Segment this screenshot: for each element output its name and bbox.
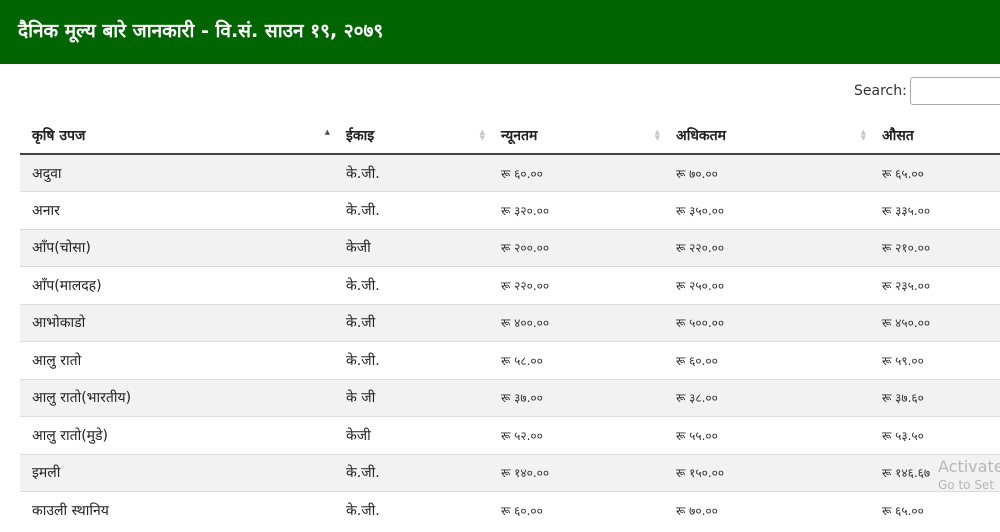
cell-avg: रू ६५.०० bbox=[870, 491, 1000, 529]
cell-min: रू ३७.०० bbox=[489, 378, 664, 417]
cell-unit: के.जी. bbox=[334, 153, 489, 192]
sort-icon: ▲▼ bbox=[479, 128, 485, 142]
cell-avg: रू ५३.५० bbox=[870, 416, 1000, 454]
column-header-label: अधिकतम bbox=[676, 127, 727, 144]
table-row: आभोकाडो के.जी रू ४००.०० रू ५००.०० रू ४५०.०० bbox=[20, 303, 1000, 342]
cell-min: रू ४००.०० bbox=[489, 303, 664, 342]
cell-product: आलु रातो(भारतीय) bbox=[20, 378, 334, 417]
table-row: अनार के.जी. रू ३२०.०० रू ३५०.०० रू ३३५.०० bbox=[20, 191, 1000, 229]
cell-unit: के.जी. bbox=[334, 266, 489, 304]
cell-unit: के.जी. bbox=[334, 341, 489, 379]
cell-product: आलु रातो bbox=[20, 341, 334, 379]
column-header-max[interactable]: अधिकतम ▲ ▼ bbox=[664, 117, 870, 155]
cell-product: अनार bbox=[20, 191, 334, 229]
cell-avg: रू २१०.०० bbox=[870, 228, 1000, 267]
column-header-product[interactable]: कृषि उपज ▲▼ bbox=[20, 117, 334, 155]
column-header-label: ईकाइ bbox=[346, 127, 375, 144]
cell-max: रू ३५०.०० bbox=[664, 191, 870, 229]
cell-unit: के जी bbox=[334, 378, 489, 417]
cell-unit: के.जी. bbox=[334, 191, 489, 229]
cell-avg: रू २३५.०० bbox=[870, 266, 1000, 304]
cell-max: रू ५००.०० bbox=[664, 303, 870, 342]
cell-unit: केजी bbox=[334, 228, 489, 267]
table-row: काउली स्थानिय के.जी. रू ६०.०० रू ७०.०० रू ६५… bbox=[20, 491, 1000, 529]
cell-avg: रू ३७.६० bbox=[870, 378, 1000, 417]
sort-icon: ▲▼ bbox=[654, 128, 660, 142]
cell-product: आलु रातो(मुडे) bbox=[20, 416, 334, 454]
cell-max: रू १५०.०० bbox=[664, 453, 870, 492]
cell-avg: रू ५९.०० bbox=[870, 341, 1000, 379]
cell-product: इमली bbox=[20, 453, 334, 492]
search-input[interactable] bbox=[909, 77, 1000, 105]
cell-unit: केजी bbox=[334, 416, 489, 454]
price-table: कृषि उपज ▲▼ ईकाइ ▲▼ न्यूनतम ▲▼ अधिकतम ▲▼ औसत▲▼ अ… bbox=[20, 117, 1000, 529]
column-header-label: न्यूनतम bbox=[501, 127, 538, 144]
cell-product: काउली स्थानिय bbox=[20, 491, 334, 529]
cell-max: रू २५०.०० bbox=[664, 266, 870, 304]
page-header: दैनिक मूल्य बारे जानकारी - वि.सं. साउन १… bbox=[0, 0, 1000, 64]
table-row: इमली के.जी. रू १४०.०० रू १५०.०० रू १४६.६७ bbox=[20, 453, 1000, 492]
cell-max: रू ६०.०० bbox=[664, 341, 870, 379]
table-row: आलु रातो(भारतीय) के जी रू ३७.०० रू ३८.०० रू … bbox=[20, 378, 1000, 417]
cell-product: आभोकाडो bbox=[20, 303, 334, 342]
table-row: आँप(मालदह) के.जी. रू २२०.०० रू २५०.०० रू २३५… bbox=[20, 266, 1000, 304]
sort-icon: ▲▼ bbox=[324, 128, 330, 136]
cell-avg: रू ३३५.०० bbox=[870, 191, 1000, 229]
cell-min: रू ३२०.०० bbox=[489, 191, 664, 229]
cell-unit: के.जी. bbox=[334, 491, 489, 529]
table-header: कृषि उपज ▲▼ ईकाइ ▲▼ न्यूनतम ▲▼ अधिकतम ▲▼ औसत▲▼ bbox=[20, 117, 1000, 155]
cell-min: रू २२०.०० bbox=[489, 266, 664, 304]
page-title: दैनिक मूल्य बारे जानकारी - वि.सं. साउन १… bbox=[18, 20, 384, 42]
cell-max: रू ३८.०० bbox=[664, 378, 870, 417]
cell-min: रू ५८.०० bbox=[489, 341, 664, 379]
cell-min: रू ६०.०० bbox=[489, 491, 664, 529]
cell-max: रू २२०.०० bbox=[664, 228, 870, 267]
table-row: आँप(चोसा) केजी रू २००.०० रू २२०.०० रू २१०.०० bbox=[20, 228, 1000, 267]
cell-max: रू ५५.०० bbox=[664, 416, 870, 454]
table-row: आलु रातो के.जी. रू ५८.०० रू ६०.०० रू ५९.०० bbox=[20, 341, 1000, 379]
search-box: Search: bbox=[854, 75, 1000, 107]
column-header-unit[interactable]: ईकाइ ▲ ▼ bbox=[334, 117, 489, 155]
cell-max: रू ७०.०० bbox=[664, 153, 870, 192]
column-header-label: कृषि उपज bbox=[32, 127, 86, 144]
cell-unit: के.जी. bbox=[334, 453, 489, 492]
cell-min: रू ५२.०० bbox=[489, 416, 664, 454]
cell-avg: रू १४६.६७ bbox=[870, 453, 1000, 492]
cell-min: रू ६०.०० bbox=[489, 153, 664, 192]
cell-avg: रू ६५.०० bbox=[870, 153, 1000, 192]
cell-max: रू ७०.०० bbox=[664, 491, 870, 529]
cell-unit: के.जी bbox=[334, 303, 489, 342]
table-body: अदुवा के.जी. रू ६०.०० रू ७०.०० रू ६५.०० अनार क… bbox=[20, 153, 1000, 529]
cell-min: रू २००.०० bbox=[489, 228, 664, 267]
column-header-avg[interactable]: औसत▲▼ bbox=[870, 117, 1000, 155]
cell-product: आँप(चोसा) bbox=[20, 228, 334, 267]
column-header-label: औसत bbox=[882, 127, 914, 144]
sort-icon: ▲▼ bbox=[860, 128, 866, 142]
cell-product: आँप(मालदह) bbox=[20, 266, 334, 304]
cell-avg: रू ४५०.०० bbox=[870, 303, 1000, 342]
search-label: Search: bbox=[854, 83, 907, 99]
cell-min: रू १४०.०० bbox=[489, 453, 664, 492]
table-row: अदुवा के.जी. रू ६०.०० रू ७०.०० रू ६५.०० bbox=[20, 153, 1000, 192]
table-row: आलु रातो(मुडे) केजी रू ५२.०० रू ५५.०० रू ५३.… bbox=[20, 416, 1000, 454]
cell-product: अदुवा bbox=[20, 153, 334, 192]
column-header-min[interactable]: न्यूनतम ▲ ▼ bbox=[489, 117, 664, 155]
